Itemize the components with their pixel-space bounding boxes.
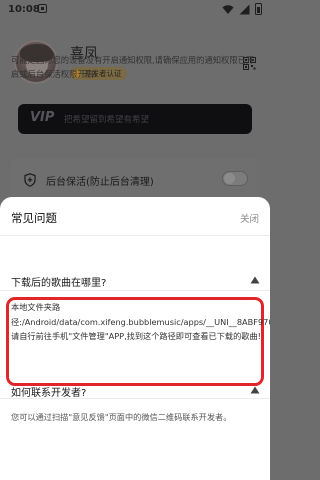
chevron-up-icon[interactable] <box>250 276 260 284</box>
app-screen: 10:08 喜凤 开发者认证 VIP 把希望留到希望有希望 后台保活(防止后台清… <box>0 0 270 480</box>
faq-answer-text: 本地文件夹路径:/Android/data/com.xifeng.bubblem… <box>11 302 270 341</box>
close-button[interactable]: 关闭 <box>240 211 259 225</box>
shield-icon <box>24 173 36 187</box>
chevron-up-icon[interactable] <box>250 386 260 394</box>
notification-icon <box>38 4 47 13</box>
divider <box>0 235 270 236</box>
status-icons <box>222 3 262 15</box>
keepalive-toggle[interactable] <box>222 171 248 186</box>
faq-question-text: 下载后的歌曲在哪里? <box>11 278 107 289</box>
faq-question-contact[interactable]: 如何联系开发者? <box>0 380 270 402</box>
battery-icon <box>255 3 262 15</box>
faq-question-downloads[interactable]: 下载后的歌曲在哪里? <box>0 270 270 292</box>
signal-icon <box>239 4 250 14</box>
faq-question-text: 如何联系开发者? <box>11 388 87 399</box>
sheet-header: 常见问题 关闭 <box>0 197 270 235</box>
sheet-title: 常见问题 <box>11 211 57 225</box>
status-time: 10:08 <box>8 4 40 15</box>
toggle-knob <box>224 173 235 184</box>
vip-tagline: 把希望留到希望有希望 <box>64 115 150 125</box>
vip-logo: VIP <box>30 110 55 125</box>
wifi-icon <box>222 4 234 14</box>
faq-answer-text: 您可以通过扫描"意见反馈"页面中的微信二维码联系开发者。 <box>11 412 232 422</box>
vip-banner[interactable]: VIP 把希望留到希望有希望 <box>18 104 252 134</box>
faq-intro-text: 可能是因为您的设备没有开启通知权限,请确保应用的通知权限已开启或后台保活权限开启… <box>11 55 255 79</box>
keepalive-label: 后台保活(防止后台清理) <box>46 177 154 188</box>
status-bar: 10:08 <box>0 0 270 20</box>
